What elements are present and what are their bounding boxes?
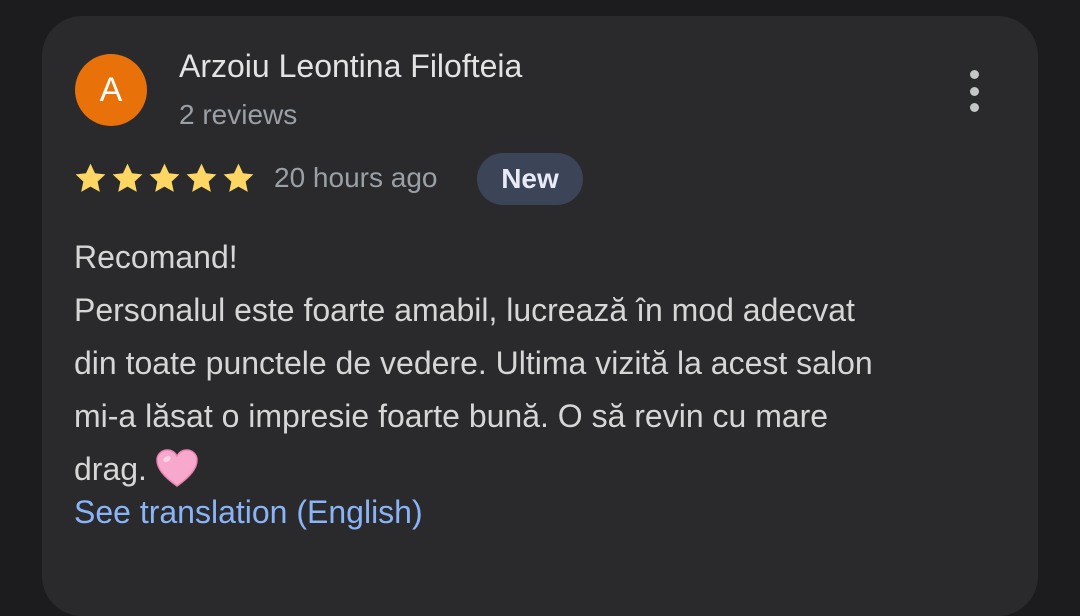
author-review-count: 2 reviews [179,99,298,130]
star-rating [73,161,256,196]
author-avatar[interactable]: A [75,54,147,126]
review-text-line: Recomand! [74,239,238,275]
pink-heart-icon [156,448,198,487]
more-dot [969,70,979,79]
review-text: Recomand! Personalul este foarte amabil,… [74,231,1014,496]
see-translation-link[interactable]: See translation (English) [74,494,423,531]
review-text-line: Personalul este foarte amabil, lucrează … [74,292,855,328]
review-time: 20 hours ago [274,162,438,193]
new-badge: New [477,153,583,205]
review-card: A Arzoiu Leontina Filofteia 2 reviews 20… [42,16,1038,616]
more-dot [969,86,979,96]
star-icon [149,163,180,192]
star-icon [223,163,254,192]
review-text-line: din toate punctele de vedere. Ultima viz… [74,345,873,381]
more-options-icon[interactable] [956,66,992,116]
star-icon [186,163,217,192]
author-name[interactable]: Arzoiu Leontina Filofteia [179,48,522,85]
review-text-line: mi-a lăsat o impresie foarte bună. O să … [74,398,829,434]
review-text-line-last: drag. [74,443,1014,496]
star-icon [112,163,143,192]
more-dot [969,103,979,112]
star-icon [75,163,106,192]
review-text-last: drag. [74,451,147,487]
